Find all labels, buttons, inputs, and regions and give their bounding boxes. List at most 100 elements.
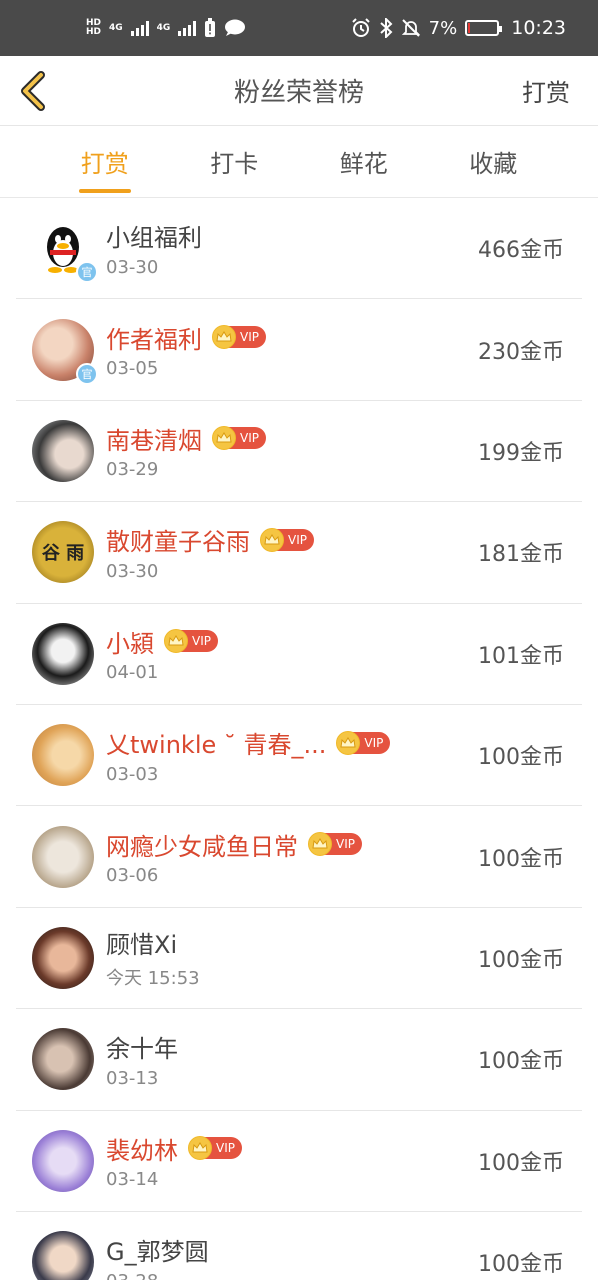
network-label-2: 4G bbox=[156, 22, 171, 33]
user-name[interactable]: 散财童子谷雨 bbox=[106, 522, 250, 557]
reward-date: 03-30 bbox=[106, 256, 159, 278]
crown-icon bbox=[164, 629, 188, 654]
user-name[interactable]: 网瘾少女咸鱼日常 bbox=[106, 827, 298, 862]
avatar[interactable]: 官 bbox=[32, 217, 98, 284]
list-item[interactable]: 裴幼林 VIP 03-14 100金币 bbox=[16, 1111, 582, 1212]
list-item[interactable]: G_郭梦圆 03-28100金币 bbox=[16, 1212, 582, 1280]
header: 粉丝荣誉榜 打赏 bbox=[0, 56, 598, 126]
list-item[interactable]: 官小组福利 03-30 466金币 bbox=[16, 198, 582, 300]
user-name[interactable]: 作者福利 bbox=[106, 320, 202, 355]
vip-label: VIP bbox=[240, 431, 259, 446]
reward-amount: 100金币 bbox=[478, 745, 564, 771]
back-button[interactable] bbox=[14, 70, 54, 111]
user-name[interactable]: G_郭梦圆 bbox=[106, 1232, 209, 1267]
avatar[interactable] bbox=[32, 622, 94, 685]
reward-date: 03-28 bbox=[106, 1271, 478, 1280]
vip-label: VIP bbox=[216, 1141, 235, 1156]
hd-indicator: HD HD bbox=[86, 19, 101, 37]
message-icon bbox=[225, 19, 246, 36]
vip-badge: VIP bbox=[164, 629, 218, 654]
row-info: 散财童子谷雨 VIP 03-30 bbox=[106, 523, 478, 582]
reward-amount: 100金币 bbox=[478, 947, 564, 973]
list-item[interactable]: 乂twinkle ˘ 青春_... VIP 03-03 100金币 bbox=[16, 705, 582, 807]
reward-date: 03-13 bbox=[106, 1067, 159, 1089]
vip-badge: VIP bbox=[260, 527, 314, 552]
tab-flower[interactable]: 鲜花 bbox=[299, 126, 429, 197]
tab-favorite[interactable]: 收藏 bbox=[429, 126, 559, 197]
list-item[interactable]: 小潁 VIP 04-01 101金币 bbox=[16, 604, 582, 705]
battery-level bbox=[468, 23, 471, 33]
reward-date: 今天 15:53 bbox=[106, 967, 200, 989]
user-name[interactable]: 裴幼林 bbox=[106, 1131, 178, 1166]
row-info: 作者福利 VIP 03-05 bbox=[106, 320, 478, 379]
name-line: 余十年 bbox=[106, 1030, 478, 1064]
reward-amount: 181金币 bbox=[478, 542, 564, 568]
tab-bar: 打赏 打卡 鲜花 收藏 bbox=[0, 126, 598, 198]
alarm-icon bbox=[351, 18, 370, 37]
tab-reward[interactable]: 打赏 bbox=[40, 126, 170, 197]
vip-label: VIP bbox=[240, 330, 259, 345]
reward-date: 03-05 bbox=[106, 358, 159, 380]
ranking-list: 官小组福利 03-30 466金币官作者福利 VIP 03-05 230金币 南巷清烟 VIP… bbox=[0, 198, 598, 1280]
crown-icon bbox=[188, 1136, 212, 1161]
name-line: 散财童子谷雨 VIP bbox=[106, 523, 478, 557]
avatar[interactable] bbox=[32, 926, 94, 989]
avatar-text: 谷 雨 bbox=[41, 543, 85, 565]
name-line: 乂twinkle ˘ 青春_... VIP bbox=[106, 726, 478, 760]
row-info: 裴幼林 VIP 03-14 bbox=[106, 1131, 478, 1190]
avatar[interactable] bbox=[32, 1028, 94, 1091]
mute-bell-icon bbox=[401, 19, 420, 37]
reward-amount: 100金币 bbox=[478, 1049, 564, 1075]
list-item[interactable]: 谷 雨散财童子谷雨 VIP 03-30 181金币 bbox=[16, 502, 582, 604]
row-info: G_郭梦圆 03-28 bbox=[106, 1233, 478, 1280]
reward-amount: 100金币 bbox=[478, 1252, 564, 1278]
tab-checkin[interactable]: 打卡 bbox=[170, 126, 300, 197]
name-line: 顾惜Xi bbox=[106, 926, 478, 960]
network-label-1: 4G bbox=[109, 22, 123, 33]
name-line: 小潁 VIP bbox=[106, 624, 478, 658]
reward-amount: 199金币 bbox=[478, 440, 564, 466]
vip-badge: VIP bbox=[308, 832, 362, 857]
row-info: 小潁 VIP 04-01 bbox=[106, 624, 478, 683]
row-info: 南巷清烟 VIP 03-29 bbox=[106, 421, 478, 480]
status-bar: HD HD 4G 4G 7% 10:23 bbox=[0, 0, 598, 56]
avatar[interactable] bbox=[32, 1129, 94, 1192]
reward-amount: 101金币 bbox=[478, 643, 564, 669]
name-line: 小组福利 bbox=[106, 219, 478, 253]
list-item[interactable]: 网瘾少女咸鱼日常 VIP 03-06 100金币 bbox=[16, 806, 582, 908]
avatar[interactable]: 官 bbox=[32, 318, 98, 385]
user-name[interactable]: 乂twinkle ˘ 青春_... bbox=[106, 725, 326, 760]
user-name[interactable]: 顾惜Xi bbox=[106, 925, 177, 960]
list-item[interactable]: 顾惜Xi 今天 15:53 100金币 bbox=[16, 908, 582, 1010]
vip-label: VIP bbox=[288, 532, 307, 547]
official-badge-icon: 官 bbox=[76, 362, 98, 385]
row-info: 乂twinkle ˘ 青春_... VIP 03-03 bbox=[106, 726, 478, 785]
avatar[interactable] bbox=[32, 724, 94, 787]
user-name[interactable]: 小组福利 bbox=[106, 218, 202, 253]
avatar[interactable] bbox=[32, 825, 94, 888]
reward-button[interactable]: 打赏 bbox=[522, 73, 570, 108]
name-line: 南巷清烟 VIP bbox=[106, 421, 478, 455]
official-badge-icon: 官 bbox=[76, 261, 98, 284]
vip-label: VIP bbox=[336, 837, 355, 852]
name-line: G_郭梦圆 bbox=[106, 1233, 478, 1267]
page-title: 粉丝荣誉榜 bbox=[233, 78, 364, 108]
avatar[interactable]: 谷 雨 bbox=[32, 521, 94, 584]
vip-label: VIP bbox=[192, 634, 211, 649]
reward-date: 03-03 bbox=[106, 763, 159, 785]
row-info: 网瘾少女咸鱼日常 VIP 03-06 bbox=[106, 827, 478, 886]
user-name[interactable]: 小潁 bbox=[106, 624, 154, 659]
list-item[interactable]: 余十年 03-13 100金币 bbox=[16, 1009, 582, 1111]
reward-amount: 466金币 bbox=[478, 238, 564, 264]
list-item[interactable]: 官作者福利 VIP 03-05 230金币 bbox=[16, 299, 582, 401]
crown-icon bbox=[212, 325, 236, 350]
user-name[interactable]: 南巷清烟 bbox=[106, 421, 202, 456]
reward-amount: 100金币 bbox=[478, 846, 564, 872]
alert-battery-icon bbox=[205, 18, 216, 37]
list-item[interactable]: 南巷清烟 VIP 03-29 199金币 bbox=[16, 401, 582, 503]
bluetooth-icon bbox=[380, 18, 393, 38]
row-info: 小组福利 03-30 bbox=[106, 219, 478, 278]
avatar[interactable] bbox=[32, 1231, 94, 1280]
avatar[interactable] bbox=[32, 419, 94, 482]
user-name[interactable]: 余十年 bbox=[106, 1029, 178, 1064]
